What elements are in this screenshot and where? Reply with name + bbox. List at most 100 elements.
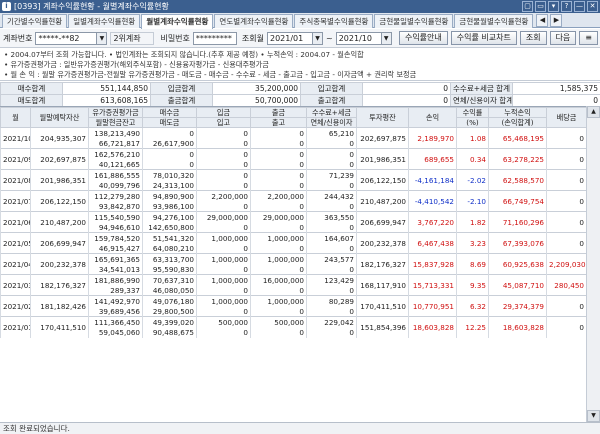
cell-incoming: 0 bbox=[196, 285, 251, 296]
cell-fee: 244,432 bbox=[306, 190, 357, 201]
cell-avg: 168,117,910 bbox=[356, 274, 409, 296]
cell-rate: 12.25 bbox=[456, 316, 489, 338]
help-icon[interactable]: ? bbox=[561, 1, 572, 12]
cell-asset: 182,176,327 bbox=[30, 274, 89, 296]
table-row[interactable]: 2021/06 210,487,200 115,540,590 94,276,100 2… bbox=[0, 211, 586, 233]
chevron-down-icon[interactable]: ▼ bbox=[381, 31, 392, 45]
cell-div: 0 bbox=[546, 190, 586, 212]
tab-3[interactable]: 연도별계좌수익률현황 bbox=[214, 14, 294, 28]
search-button[interactable]: 조회 bbox=[519, 31, 547, 45]
monthly-yield-grid[interactable]: 월 월말예탁자산 유가증권평가금 매수금 입금 출금 수수료+세금 투자평잔 손… bbox=[0, 106, 586, 422]
cell-in: 0 bbox=[196, 127, 251, 138]
cell-buy: 70,637,310 bbox=[142, 274, 197, 285]
table-row[interactable]: 2021/10 204,935,307 138,213,490 0 0 0 65,210 20… bbox=[0, 127, 586, 149]
close-icon[interactable]: ✕ bbox=[587, 1, 598, 12]
arrow-up-icon[interactable]: ▲ bbox=[587, 106, 600, 118]
cell-out: 0 bbox=[250, 169, 307, 180]
tab-4[interactable]: 주식종목별수익률현황 bbox=[294, 14, 374, 28]
sell-total-label: 매도합계 bbox=[0, 94, 63, 107]
table-row[interactable]: 2021/07 206,122,150 112,279,280 94,890,900 2… bbox=[0, 190, 586, 212]
table-row[interactable]: 2021/01 170,411,510 111,366,450 49,399,020 5… bbox=[0, 316, 586, 338]
table-row[interactable]: 2021/08 201,986,351 161,886,555 78,010,320 0… bbox=[0, 169, 586, 191]
tab-0[interactable]: 기간별수익률현황 bbox=[2, 14, 68, 28]
cell-rate: -2.10 bbox=[456, 190, 489, 212]
arrow-right-icon[interactable]: ▶ bbox=[550, 14, 563, 27]
cell-cash: 40,121,665 bbox=[88, 159, 143, 170]
cell-interest: 0 bbox=[306, 222, 357, 233]
cell-buy: 94,890,900 bbox=[142, 190, 197, 201]
account-number-field[interactable]: *****-**82 bbox=[35, 31, 98, 45]
cell-buy: 51,541,320 bbox=[142, 232, 197, 243]
cell-outgoing: 0 bbox=[250, 159, 307, 170]
restore-icon[interactable]: ▢ bbox=[522, 1, 533, 12]
cell-sell: 95,590,830 bbox=[142, 264, 197, 275]
withdraw-total-value: 50,700,000 bbox=[212, 94, 301, 107]
to-month-field[interactable]: 2021/10 bbox=[335, 31, 382, 45]
cell-asset: 170,411,510 bbox=[30, 316, 89, 338]
tab-2[interactable]: 월별계좌수익률현황 bbox=[141, 14, 214, 29]
from-month-field[interactable]: 2021/01 bbox=[267, 31, 313, 45]
cell-asset: 206,122,150 bbox=[30, 190, 89, 212]
cell-cum: 45,087,710 bbox=[488, 274, 547, 296]
col-cum-pnl: 누적손익 bbox=[488, 107, 547, 118]
yield-guide-button[interactable]: 수익률안내 bbox=[398, 31, 448, 45]
cell-cash: 39,689,456 bbox=[88, 306, 143, 317]
incoming-total-value: 0 bbox=[362, 82, 451, 95]
chevron-down-icon[interactable]: ▾ bbox=[548, 1, 559, 12]
col-avg-balance: 투자평잔 bbox=[356, 107, 409, 128]
table-row[interactable]: 2021/09 202,697,875 162,576,210 0 0 0 0 201,986… bbox=[0, 148, 586, 170]
col-buy: 매수금 bbox=[142, 107, 197, 118]
col-month: 월 bbox=[0, 107, 31, 128]
pin-icon[interactable]: ▭ bbox=[535, 1, 546, 12]
password-field[interactable]: ********* bbox=[192, 31, 237, 45]
table-row[interactable]: 2021/02 181,182,426 141,492,970 49,076,180 1… bbox=[0, 295, 586, 317]
tab-5[interactable]: 금현물일별수익률현황 bbox=[374, 14, 454, 28]
cell-interest: 0 bbox=[306, 306, 357, 317]
cell-incoming: 0 bbox=[196, 180, 251, 191]
cell-cash: 289,337 bbox=[88, 285, 143, 296]
cell-out: 1,000,000 bbox=[250, 232, 307, 243]
table-row[interactable]: 2021/04 200,232,378 165,691,365 63,313,700 1… bbox=[0, 253, 586, 275]
next-button[interactable]: 다음 bbox=[549, 31, 577, 45]
cell-cash: 46,915,427 bbox=[88, 243, 143, 254]
cell-avg: 151,854,396 bbox=[356, 316, 409, 338]
cell-buy: 49,399,020 bbox=[142, 316, 197, 327]
cell-in: 1,000,000 bbox=[196, 232, 251, 243]
cell-cum: 66,749,754 bbox=[488, 190, 547, 212]
table-row[interactable]: 2021/03 182,176,327 181,886,990 70,637,310 1… bbox=[0, 274, 586, 296]
cell-div: 0 bbox=[546, 295, 586, 317]
cell-asset: 204,935,307 bbox=[30, 127, 89, 149]
search-toolbar: 계좌번호 *****-**82 ▼ 2위계좌 비밀번호 ********* 조회… bbox=[0, 29, 600, 48]
cell-cum: 62,588,570 bbox=[488, 169, 547, 191]
cell-cum: 18,603,828 bbox=[488, 316, 547, 338]
cell-interest: 0 bbox=[306, 243, 357, 254]
minimize-icon[interactable]: — bbox=[574, 1, 585, 12]
col-rate: 수익률 bbox=[456, 107, 489, 118]
notice-line: • 2004.07부터 조회 가능합니다. • 법인계좌는 조회되지 않습니다.… bbox=[4, 50, 364, 59]
cell-incoming: 0 bbox=[196, 306, 251, 317]
chevron-down-icon[interactable]: ▼ bbox=[313, 31, 323, 45]
table-row[interactable]: 2021/05 206,699,947 159,784,520 51,541,320 1… bbox=[0, 232, 586, 254]
menu-icon[interactable]: ≡ bbox=[579, 31, 598, 45]
password-label: 비밀번호 bbox=[160, 33, 190, 43]
cell-cash: 93,842,870 bbox=[88, 201, 143, 212]
cell-month: 2021/04 bbox=[0, 253, 31, 275]
arrow-down-icon[interactable]: ▼ bbox=[587, 410, 600, 422]
arrow-left-icon[interactable]: ◀ bbox=[536, 14, 549, 27]
interest-total-value: 0 bbox=[512, 94, 600, 107]
col-rate-unit: (%) bbox=[456, 117, 489, 128]
cell-div: 280,450 bbox=[546, 274, 586, 296]
cell-avg: 201,986,351 bbox=[356, 148, 409, 170]
withdraw-total-label: 출금합계 bbox=[150, 94, 213, 107]
tab-1[interactable]: 일별계좌수익률현황 bbox=[68, 14, 141, 28]
cell-cum: 71,160,296 bbox=[488, 211, 547, 233]
compare-chart-button[interactable]: 수익률 비교차트 bbox=[450, 31, 517, 45]
chevron-down-icon[interactable]: ▼ bbox=[97, 31, 108, 45]
cell-asset: 206,699,947 bbox=[30, 232, 89, 254]
vertical-scrollbar[interactable]: ▲ ▼ bbox=[586, 106, 600, 422]
tab-6[interactable]: 금현물월별수익률현황 bbox=[454, 14, 534, 28]
cell-asset: 210,487,200 bbox=[30, 211, 89, 233]
cell-avg: 182,176,327 bbox=[356, 253, 409, 275]
cell-div: 0 bbox=[546, 148, 586, 170]
cell-div: 0 bbox=[546, 211, 586, 233]
